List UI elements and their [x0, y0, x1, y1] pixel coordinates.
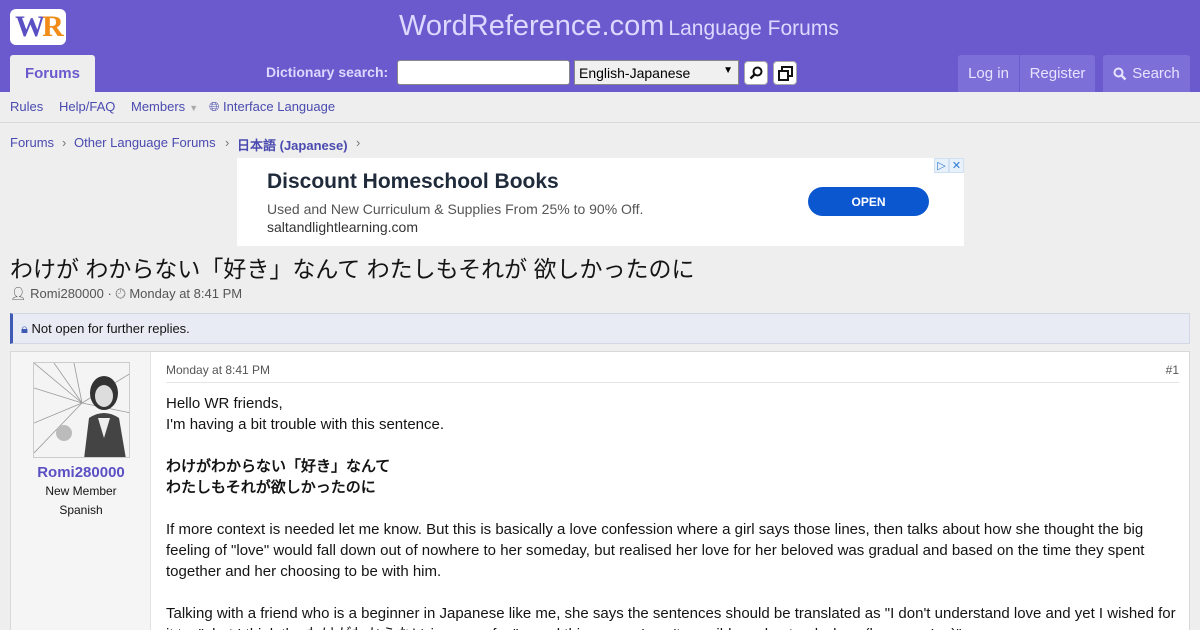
post-number[interactable]: #1 [1166, 363, 1179, 377]
site-title[interactable]: WordReference.com Language Forums [399, 10, 839, 43]
search-label: Search [1132, 65, 1180, 82]
dictionary-language-value: English-Japanese [579, 65, 691, 81]
dictionary-search-button[interactable] [744, 61, 768, 85]
thread-meta: 👤︎ Romi280000 · 🕘︎ Monday at 8:41 PM [10, 286, 243, 301]
ad-title[interactable]: Discount Homeschool Books [267, 170, 559, 194]
chevron-down-icon: ▼ [189, 103, 199, 113]
lock-icon: 🔒︎ [21, 321, 28, 336]
ad-url[interactable]: saltandlightlearning.com [267, 219, 418, 235]
thread-title: わけが わからない「好き」なんて わたしもそれが 欲しかったのに [10, 256, 695, 282]
nav-rules[interactable]: Rules [10, 99, 43, 114]
logo-letter-w: W [15, 10, 45, 43]
post-paragraph-context: If more context is needed let me know. B… [166, 521, 1145, 580]
site-header: WR WordReference.com Language Forums Foru… [0, 0, 1200, 92]
login-button[interactable]: Log in [958, 55, 1019, 92]
post-username[interactable]: Romi280000 [11, 464, 151, 481]
globe-icon: 🌐︎ [209, 99, 220, 114]
breadcrumb-japanese[interactable]: 日本語 (Japanese) [237, 135, 348, 154]
post-user-panel: Romi280000 New Member Spanish [11, 352, 151, 630]
nav-interface-language-label: Interface Language [223, 99, 336, 114]
post-date[interactable]: Monday at 8:41 PM [166, 363, 270, 377]
post-line-greeting: Hello WR friends, [166, 395, 283, 412]
dictionary-language-select[interactable]: English-Japanese ▼ [574, 60, 739, 85]
avatar[interactable] [33, 362, 130, 458]
breadcrumb-chevron-icon: › [225, 135, 230, 150]
open-new-window-button[interactable] [773, 61, 797, 85]
breadcrumb-forums[interactable]: Forums [10, 135, 54, 150]
site-title-sub: Language Forums [668, 17, 839, 40]
site-title-main: WordReference.com [399, 10, 665, 42]
new-window-icon [777, 65, 793, 81]
breadcrumb-chevron-icon: › [356, 135, 361, 150]
avatar-image [34, 363, 129, 457]
breadcrumb-other-language-forums[interactable]: Other Language Forums [74, 135, 216, 150]
select-arrow-icon: ▼ [723, 65, 733, 76]
post-quote-line-1: わけがわからない「好き」なんて [166, 458, 391, 475]
nav-members[interactable]: Members ▼ [131, 99, 198, 114]
post-user-language: Spanish [59, 503, 103, 517]
register-button[interactable]: Register [1020, 55, 1095, 92]
search-button[interactable]: Search [1103, 55, 1190, 92]
dictionary-search-input[interactable] [397, 60, 570, 85]
ad-description: Used and New Curriculum & Supplies From … [267, 201, 644, 217]
post-paragraph-friend: Talking with a friend who is a beginner … [166, 605, 1176, 630]
adchoices-icon[interactable]: ▷ [934, 158, 949, 173]
notice-text: Not open for further replies. [31, 321, 190, 336]
close-icon[interactable]: ✕ [949, 158, 964, 173]
post-line-intro: I'm having a bit trouble with this sente… [166, 416, 445, 433]
dictionary-search-label: Dictionary search: [266, 64, 389, 80]
tab-forums[interactable]: Forums [10, 55, 95, 92]
post-divider [166, 382, 1179, 383]
thread-locked-notice: 🔒︎ Not open for further replies. [10, 313, 1190, 344]
nav-members-label: Members [131, 99, 186, 114]
search-icon [749, 66, 763, 80]
nav-help-faq[interactable]: Help/FAQ [59, 99, 115, 114]
nav-interface-language[interactable]: 🌐︎ Interface Language [209, 99, 335, 115]
user-icon: 👤︎ [10, 286, 27, 301]
clock-icon: 🕘︎ [115, 286, 126, 301]
ad-controls: ▷ ✕ [934, 158, 964, 173]
advertisement[interactable]: Discount Homeschool Books Used and New C… [237, 158, 964, 246]
post: Romi280000 New Member Spanish Monday at … [10, 351, 1190, 630]
ad-open-button[interactable]: OPEN [808, 187, 929, 216]
search-icon [1113, 67, 1127, 80]
thread-author[interactable]: Romi280000 [30, 286, 104, 301]
thread-date[interactable]: Monday at 8:41 PM [129, 286, 242, 301]
post-user-rank: New Member [45, 484, 117, 498]
post-quote-line-2: わたしもそれが欲しかったのに [166, 479, 376, 496]
sub-navigation: Rules Help/FAQ Members ▼ 🌐︎ Interface Lan… [0, 92, 1200, 123]
wordreference-logo[interactable]: WR [10, 9, 66, 45]
logo-letter-r: R [42, 10, 64, 43]
breadcrumb-chevron-icon: › [62, 135, 67, 150]
